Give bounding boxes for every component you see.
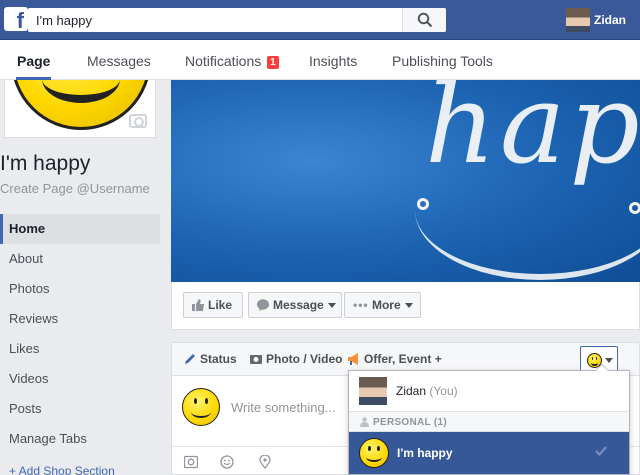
section-label: PERSONAL (1) — [373, 417, 447, 428]
nav-item-photos[interactable]: Photos — [0, 274, 160, 304]
avatar — [359, 377, 387, 405]
eye — [376, 446, 380, 452]
notification-badge: 1 — [267, 56, 279, 69]
page-action-bar: Like Message ••• More — [171, 282, 640, 330]
page-nav: Home About Photos Reviews Likes Videos P… — [0, 214, 160, 454]
like-label: Like — [208, 298, 233, 312]
tab-label: Messages — [87, 53, 151, 69]
tab-notifications[interactable]: Notifications 1 — [185, 40, 279, 80]
message-label: Message — [273, 298, 324, 312]
tab-label: Notifications — [185, 53, 262, 69]
chevron-down-icon — [404, 303, 413, 308]
composer-tab-status[interactable]: Status — [184, 352, 237, 366]
user-name: Zidan — [594, 13, 626, 27]
composer-input[interactable]: Write something... — [231, 400, 336, 415]
tab-publishing-tools[interactable]: Publishing Tools — [392, 40, 493, 80]
facebook-logo[interactable]: f — [4, 7, 28, 31]
more-button[interactable]: ••• More — [344, 292, 421, 318]
add-shop-section-link[interactable]: + Add Shop Section — [9, 464, 115, 475]
person-icon — [360, 417, 369, 427]
avatar — [566, 8, 590, 32]
you-suffix: (You) — [429, 384, 458, 398]
tab-insights[interactable]: Insights — [309, 40, 357, 80]
search-box — [28, 8, 446, 32]
option-label: I'm happy — [397, 446, 453, 460]
page-avatar — [359, 438, 389, 468]
post-as-option-user[interactable]: Zidan (You) — [349, 371, 629, 411]
nav-item-likes[interactable]: Likes — [0, 334, 160, 364]
search-input[interactable] — [28, 8, 398, 32]
page-avatar — [182, 388, 220, 426]
nav-item-posts[interactable]: Posts — [0, 394, 160, 424]
tab-messages[interactable]: Messages — [87, 40, 151, 80]
ellipsis-icon: ••• — [353, 298, 369, 312]
page-tabs-bar: Page Messages Notifications 1 Insights P… — [0, 40, 640, 80]
composer-tab-label: Status — [200, 352, 237, 366]
eye — [193, 398, 198, 405]
composer-tab-label: Offer, Event + — [364, 352, 442, 366]
thumbs-up-icon — [192, 299, 204, 311]
profile-picture[interactable] — [4, 80, 156, 138]
post-as-option-page[interactable]: I'm happy — [349, 432, 629, 474]
smiley-icon[interactable] — [220, 455, 234, 469]
chevron-down-icon — [605, 358, 613, 363]
nav-item-home[interactable]: Home — [0, 214, 160, 244]
camera-icon[interactable] — [129, 114, 147, 128]
option-label: Zidan (You) — [396, 384, 458, 398]
composer-tab-photo-video[interactable]: Photo / Video — [250, 352, 342, 366]
cover-smile-drawing — [415, 140, 640, 280]
tab-page[interactable]: Page — [16, 40, 52, 80]
section-header: PERSONAL (1) — [349, 411, 629, 432]
search-button[interactable] — [402, 8, 446, 32]
tab-label: Insights — [309, 53, 358, 69]
composer-tab-label: Photo / Video — [266, 352, 343, 366]
nav-item-about[interactable]: About — [0, 244, 160, 274]
photo-icon[interactable] — [184, 455, 198, 469]
location-pin-icon[interactable] — [258, 455, 272, 469]
eye — [204, 398, 209, 405]
top-bar: f Zidan — [0, 0, 640, 40]
cover-photo[interactable]: happ — [171, 80, 640, 282]
tab-label: Publishing Tools — [392, 53, 493, 69]
composer-tab-offer-event[interactable]: Offer, Event + — [348, 352, 442, 366]
nav-item-manage-tabs[interactable]: Manage Tabs — [0, 424, 160, 454]
eye — [368, 446, 372, 452]
cover-dot — [417, 198, 429, 210]
eye — [591, 357, 594, 360]
checkmark-icon — [595, 446, 607, 456]
pencil-icon — [185, 354, 195, 364]
search-icon — [417, 12, 433, 28]
cover-dot — [629, 202, 640, 214]
post-as-dropdown: Zidan (You) PERSONAL (1) I'm happy — [348, 364, 630, 475]
messenger-icon — [257, 299, 269, 311]
user-name: Zidan — [396, 384, 427, 398]
eye — [595, 357, 598, 360]
like-button[interactable]: Like — [183, 292, 243, 318]
nav-item-reviews[interactable]: Reviews — [0, 304, 160, 334]
chevron-down-icon — [327, 303, 336, 308]
tab-label: Page — [17, 53, 51, 69]
megaphone-icon — [348, 353, 358, 365]
nav-item-videos[interactable]: Videos — [0, 364, 160, 394]
page-title: I'm happy — [0, 152, 91, 175]
message-button[interactable]: Message — [248, 292, 342, 318]
camera-icon — [250, 355, 262, 364]
more-label: More — [371, 298, 401, 312]
create-username-link[interactable]: Create Page @Username — [0, 181, 150, 196]
